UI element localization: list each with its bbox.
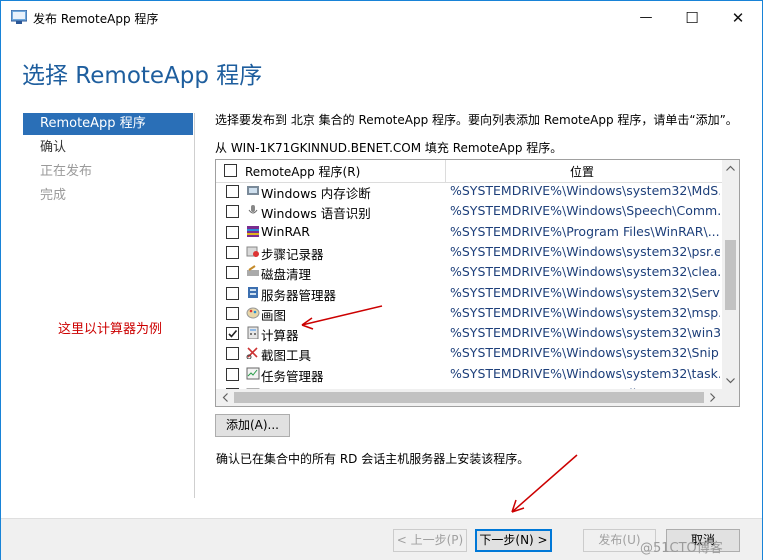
- server-manager-icon: [248, 286, 258, 298]
- program-checkbox[interactable]: [226, 367, 239, 381]
- title-bar[interactable]: 发布 RemoteApp 程序 — ☐ ✕: [1, 1, 762, 33]
- nav-item-remoteapp[interactable]: RemoteApp 程序: [23, 113, 193, 135]
- confirm-install-text: 确认已在集合中的所有 RD 会话主机服务器上安装该程序。: [216, 452, 530, 466]
- program-path: %SYSTEMDRIVE%\Windows\system32\Serv...: [450, 284, 720, 300]
- nav-item-confirm[interactable]: 确认: [23, 137, 193, 159]
- scroll-up-icon[interactable]: [726, 165, 735, 171]
- annotation-arrow-icon: [301, 305, 383, 330]
- disk-cleanup-icon: [247, 265, 259, 277]
- program-path: %SYSTEMDRIVE%\Windows\system32\psr.e...: [450, 243, 720, 259]
- program-path: %SYSTEMDRIVE%\Windows\system32\clea...: [450, 264, 720, 280]
- column-header-location[interactable]: 位置: [570, 163, 594, 180]
- program-path: %SYSTEMDRIVE%\Windows\system32\win3...: [450, 325, 720, 341]
- minimize-icon: —: [639, 10, 653, 25]
- program-checkbox[interactable]: [226, 347, 239, 361]
- horizontal-scrollbar[interactable]: [216, 389, 739, 406]
- watermark: @51CTO博客: [640, 541, 723, 556]
- program-name: 步骤记录器: [261, 246, 324, 262]
- scroll-left-icon[interactable]: [222, 393, 228, 402]
- window-title: 发布 RemoteApp 程序: [33, 12, 159, 26]
- program-checkbox[interactable]: [226, 327, 239, 341]
- program-checkbox[interactable]: [226, 286, 239, 300]
- scroll-down-icon[interactable]: [726, 378, 735, 384]
- program-path: %SYSTEMDRIVE%\Windows\system32\task...: [450, 365, 720, 381]
- remoteapp-icon: [11, 10, 27, 24]
- program-path: %SYSTEMDRIVE%\Program Files\WinRAR\...: [450, 223, 720, 239]
- scroll-thumb[interactable]: [725, 240, 736, 310]
- program-checkbox[interactable]: [226, 245, 239, 259]
- program-checkbox[interactable]: [226, 266, 239, 280]
- previous-button[interactable]: < 上一步(P): [393, 529, 467, 552]
- next-button[interactable]: 下一步(N) >: [475, 529, 552, 552]
- remoteapp-program-list[interactable]: RemoteApp 程序(R) 位置 Windows 内存诊断 %SYSTEMDR…: [215, 159, 740, 407]
- maximize-button[interactable]: ☐: [669, 2, 715, 33]
- program-name: Windows 内存诊断: [261, 186, 371, 201]
- list-item[interactable]: WinRAR %SYSTEMDRIVE%\Program Files\WinRAR…: [216, 222, 722, 242]
- scroll-right-icon[interactable]: [710, 393, 716, 402]
- program-name: 任务管理器: [261, 368, 324, 384]
- add-program-button[interactable]: 添加(A)...: [215, 414, 290, 437]
- nav-divider: [194, 113, 195, 498]
- paint-icon: [246, 307, 260, 319]
- instructions-text: 选择要发布到 北京 集合的 RemoteApp 程序。要向列表添加 Remote…: [215, 113, 738, 127]
- nav-item-publishing: 正在发布: [40, 164, 93, 179]
- annotation-text: 这里以计算器为例: [58, 322, 163, 337]
- list-item[interactable]: Windows 语音识别 %SYSTEMDRIVE%\Windows\Speech…: [216, 201, 722, 221]
- nav-item-complete: 完成: [40, 188, 67, 203]
- hscroll-thumb[interactable]: [234, 392, 704, 403]
- microphone-icon: [248, 205, 258, 214]
- vertical-scrollbar[interactable]: [722, 160, 739, 390]
- list-item[interactable]: 步骤记录器 %SYSTEMDRIVE%\Windows\system32\psr.…: [216, 242, 722, 262]
- page-title: 选择 RemoteApp 程序: [22, 63, 263, 89]
- task-manager-icon: [246, 367, 260, 380]
- calculator-icon: [247, 326, 259, 340]
- program-checkbox[interactable]: [226, 225, 239, 239]
- program-name: WinRAR: [261, 223, 310, 239]
- column-divider: [445, 160, 446, 182]
- program-path: %SYSTEMDRIVE%\Windows\system32\Snip...: [450, 345, 720, 361]
- list-item[interactable]: 任务管理器 %SYSTEMDRIVE%\Windows\system32\task…: [216, 364, 722, 384]
- program-checkbox[interactable]: [226, 185, 239, 198]
- program-name: 磁盘清理: [261, 267, 312, 283]
- select-all-checkbox[interactable]: [224, 164, 237, 177]
- program-path: %SYSTEMDRIVE%\Windows\Speech\Comm...: [450, 203, 720, 219]
- program-path: %SYSTEMDRIVE%\Windows\system32\msp...: [450, 304, 720, 320]
- program-path: %SYSTEMDRIVE%\Windows\system32\MdS...: [450, 183, 720, 198]
- list-item[interactable]: Windows 内存诊断 %SYSTEMDRIVE%\Windows\system…: [216, 181, 722, 201]
- snipping-tool-icon: [246, 347, 258, 360]
- source-server-text: 从 WIN-1K71GKINNUD.BENET.COM 填充 RemoteApp…: [215, 141, 563, 155]
- column-header-program[interactable]: RemoteApp 程序(R): [245, 163, 360, 180]
- checkmark-icon: [228, 330, 238, 338]
- close-icon: ✕: [731, 8, 745, 27]
- memory-diagnostic-icon: [247, 186, 259, 195]
- annotation-arrow-next-icon: [511, 454, 578, 513]
- winrar-icon: [247, 225, 259, 237]
- program-name: 画图: [261, 307, 287, 323]
- program-checkbox[interactable]: [226, 306, 239, 320]
- list-header: RemoteApp 程序(R) 位置: [216, 160, 722, 183]
- close-button[interactable]: ✕: [715, 2, 761, 33]
- maximize-icon: ☐: [685, 8, 699, 27]
- list-item[interactable]: 磁盘清理 %SYSTEMDRIVE%\Windows\system32\clea.…: [216, 262, 722, 282]
- steps-recorder-icon: [246, 246, 259, 257]
- program-name: Windows 语音识别: [261, 206, 371, 222]
- minimize-button[interactable]: —: [623, 2, 669, 33]
- program-name: 截图工具: [261, 348, 312, 364]
- program-checkbox[interactable]: [226, 205, 239, 219]
- list-item[interactable]: 截图工具 %SYSTEMDRIVE%\Windows\system32\Snip.…: [216, 343, 722, 363]
